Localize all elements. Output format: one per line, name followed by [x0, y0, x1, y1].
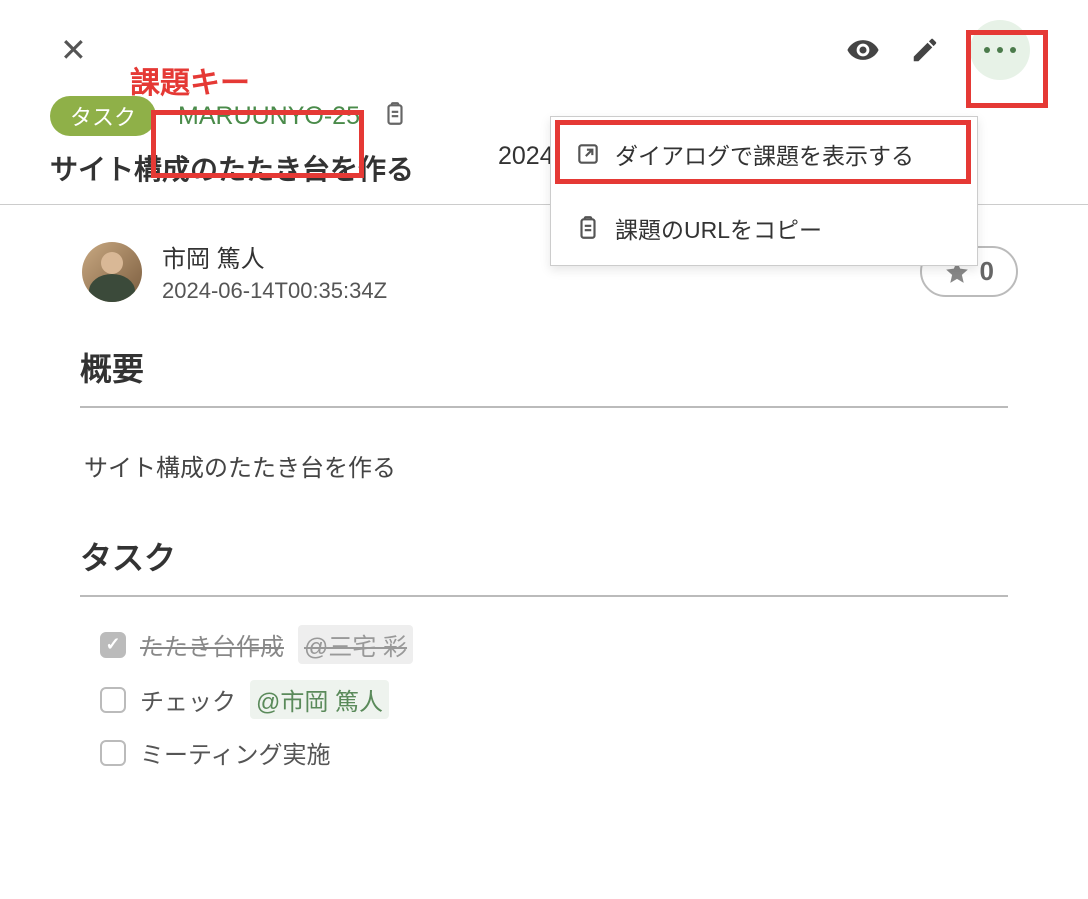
menu-item-copy-url[interactable]: 課題のURLをコピー [551, 191, 977, 265]
clipboard-icon [575, 214, 601, 242]
task-mention[interactable]: @三宅 彩 [298, 625, 413, 664]
partial-date-text: 2024 [498, 142, 554, 171]
more-dropdown: ダイアログで課題を表示する 課題のURLをコピー [550, 116, 978, 266]
issue-key-link[interactable]: MARUUNYO-25 [170, 100, 368, 133]
star-count: 0 [980, 256, 994, 287]
issue-type-badge: タスク [50, 96, 156, 136]
overview-body: サイト構成のたたき台を作る [80, 408, 1008, 493]
task-text: ミーティング実施 [140, 735, 331, 770]
task-row: ミーティング実施 [80, 727, 1008, 778]
open-external-icon [575, 141, 601, 167]
avatar [82, 242, 142, 302]
edit-icon[interactable] [908, 33, 942, 67]
section-heading-overview: 概要 [80, 344, 1008, 408]
checkbox[interactable] [100, 740, 126, 766]
author-timestamp: 2024-06-14T00:35:34Z [162, 278, 387, 304]
copy-key-icon[interactable] [382, 99, 408, 134]
menu-item-label: 課題のURLをコピー [615, 211, 822, 245]
task-checklist: たたき台作成 @三宅 彩 チェック @市岡 篤人 ミーティング実施 [80, 597, 1008, 778]
checkbox[interactable] [100, 687, 126, 713]
annotation-issue-key-label: 課題キー [130, 58, 250, 102]
task-row: チェック @市岡 篤人 [80, 672, 1008, 727]
task-row: たたき台作成 @三宅 彩 [80, 617, 1008, 672]
more-button[interactable] [970, 20, 1030, 80]
task-mention[interactable]: @市岡 篤人 [250, 680, 389, 719]
task-text: たたき台作成 [140, 627, 284, 662]
section-heading-tasks: タスク [80, 533, 1008, 597]
author-name: 市岡 篤人 [162, 239, 387, 274]
menu-item-label: ダイアログで課題を表示する [615, 137, 914, 171]
close-icon[interactable]: ✕ [60, 31, 87, 69]
checkbox[interactable] [100, 632, 126, 658]
menu-item-open-dialog[interactable]: ダイアログで課題を表示する [551, 117, 977, 191]
watch-icon[interactable] [846, 33, 880, 67]
task-text: チェック [140, 682, 236, 717]
